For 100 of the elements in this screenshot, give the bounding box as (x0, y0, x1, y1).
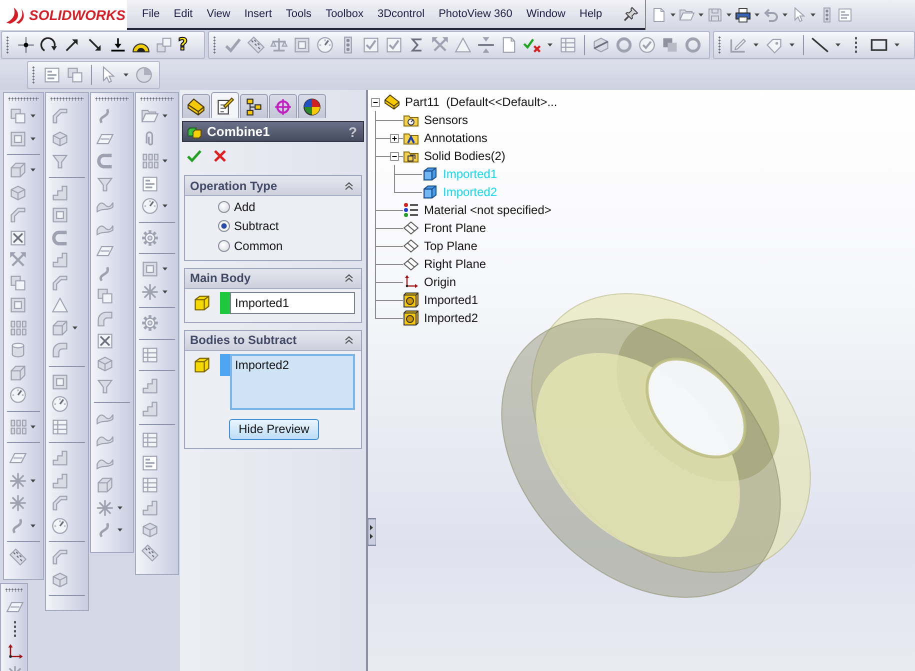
cross-arrows-icon[interactable] (431, 36, 449, 54)
caret-icon[interactable] (29, 134, 37, 143)
stairs-icon[interactable] (51, 472, 69, 490)
check-box-icon[interactable] (362, 36, 380, 54)
ring-icon[interactable] (615, 36, 633, 54)
table-icon[interactable] (559, 36, 577, 54)
caret-icon[interactable] (697, 11, 705, 19)
menu-item[interactable]: File (135, 2, 167, 26)
table-icon[interactable] (51, 418, 69, 436)
check-circle-icon[interactable] (638, 36, 656, 54)
panel-tab[interactable] (240, 94, 268, 118)
pushpin-icon[interactable] (623, 6, 639, 22)
gauge-icon[interactable] (51, 395, 69, 414)
cube-icon[interactable] (141, 521, 159, 540)
stairs-icon[interactable] (51, 184, 69, 202)
crossed-square-icon[interactable] (9, 228, 27, 247)
form-icon[interactable] (837, 7, 853, 23)
axes-icon[interactable] (6, 642, 24, 661)
menu-item[interactable]: Window (519, 2, 572, 26)
tree-item[interactable]: Imported1 (403, 291, 480, 309)
grip-handle-icon[interactable] (5, 588, 23, 592)
tree-item[interactable]: Origin (403, 273, 458, 291)
blocks-icon[interactable] (155, 36, 173, 54)
radio-button[interactable]: Common (218, 236, 361, 256)
cube-icon[interactable] (96, 354, 114, 373)
ground-arrow-icon[interactable] (109, 36, 127, 54)
printer-icon[interactable] (735, 7, 751, 23)
funnel-icon[interactable] (96, 377, 114, 396)
dot-grid-icon[interactable] (9, 418, 27, 436)
grip-handle-icon[interactable] (50, 97, 84, 101)
panel-tab[interactable] (298, 94, 326, 118)
caret-icon[interactable] (781, 11, 789, 19)
action-button[interactable]: Hide Preview (229, 418, 319, 440)
menu-item[interactable]: PhotoView 360 (432, 2, 520, 26)
list-field[interactable]: Imported1 (230, 292, 355, 314)
sliced-cube-icon[interactable] (592, 36, 610, 54)
wedge-icon[interactable] (96, 476, 114, 494)
tree-item[interactable]: Right Plane (403, 255, 488, 273)
check-box-icon[interactable] (385, 36, 403, 54)
stacked-boxes-icon[interactable] (96, 287, 114, 306)
triangle-icon[interactable] (454, 36, 472, 54)
gauge-icon[interactable] (9, 386, 27, 404)
table-icon[interactable] (141, 431, 159, 450)
ring-icon[interactable] (684, 36, 702, 54)
panel-tab[interactable] (182, 94, 210, 118)
caret-icon[interactable] (753, 11, 761, 19)
stairs-icon[interactable] (141, 377, 159, 396)
cube-icon[interactable] (51, 570, 69, 589)
grip-handle-icon[interactable] (6, 36, 9, 54)
form-icon[interactable] (141, 454, 159, 472)
menu-item[interactable]: View (200, 2, 238, 26)
panel-toggle-icon[interactable] (368, 518, 376, 546)
help-button[interactable]: ? (346, 124, 359, 140)
ruler-icon[interactable] (247, 36, 265, 54)
cross-arrows-icon[interactable] (9, 251, 27, 270)
rectangle-icon[interactable] (870, 36, 888, 54)
stairs-icon[interactable] (141, 498, 159, 517)
caret-icon[interactable] (122, 71, 130, 79)
gauge-icon[interactable] (141, 197, 159, 216)
caret-icon[interactable] (29, 522, 37, 530)
menu-item[interactable]: Tools (278, 2, 319, 26)
caret-icon[interactable] (809, 11, 817, 19)
panel-tab[interactable] (211, 92, 239, 118)
tree-item[interactable]: Material <not specified> (403, 201, 554, 219)
dot-grid-icon[interactable] (141, 152, 159, 170)
tag-icon[interactable] (765, 36, 783, 54)
bent-sheet-icon[interactable] (51, 107, 69, 126)
grip-handle-icon[interactable] (95, 97, 129, 101)
check-mark-icon[interactable] (224, 36, 242, 54)
hook-icon[interactable] (96, 152, 114, 170)
caret-icon[interactable] (29, 476, 37, 485)
pipe-icon[interactable] (96, 310, 114, 328)
stairs-icon[interactable] (141, 400, 159, 418)
arc-arrow-icon[interactable] (40, 36, 58, 54)
tree-item[interactable]: Solid Bodies(2) (403, 147, 508, 165)
radio-button[interactable]: Subtract (218, 216, 361, 236)
caret-icon[interactable] (788, 41, 796, 49)
cylinder-icon[interactable] (9, 341, 27, 360)
menu-item[interactable]: Insert (237, 2, 279, 26)
point-icon[interactable] (17, 36, 35, 54)
line-icon[interactable] (811, 36, 829, 54)
caret-icon[interactable] (546, 41, 554, 49)
framed-square-icon[interactable] (293, 36, 311, 54)
gear-icon[interactable] (141, 228, 159, 247)
tree-item[interactable]: Top Plane (403, 237, 480, 255)
stairs-icon[interactable] (51, 449, 69, 468)
framed-square-icon[interactable] (51, 206, 69, 224)
stairs-icon[interactable] (51, 251, 69, 270)
dot-grid-icon[interactable] (9, 318, 27, 337)
gauge-icon[interactable] (51, 516, 69, 535)
caret-icon[interactable] (161, 288, 169, 296)
menu-item[interactable]: 3Dcontrol (370, 2, 432, 26)
funnel-icon[interactable] (51, 152, 69, 170)
framed-square-icon[interactable] (51, 372, 69, 391)
wedge-icon[interactable] (9, 364, 27, 382)
tree-item[interactable]: Front Plane (403, 219, 488, 237)
plus-box-icon[interactable] (390, 134, 399, 142)
bent-sheet-icon[interactable] (51, 274, 69, 292)
bent-sheet-icon[interactable] (51, 494, 69, 512)
grip-handle-icon[interactable] (32, 66, 35, 84)
